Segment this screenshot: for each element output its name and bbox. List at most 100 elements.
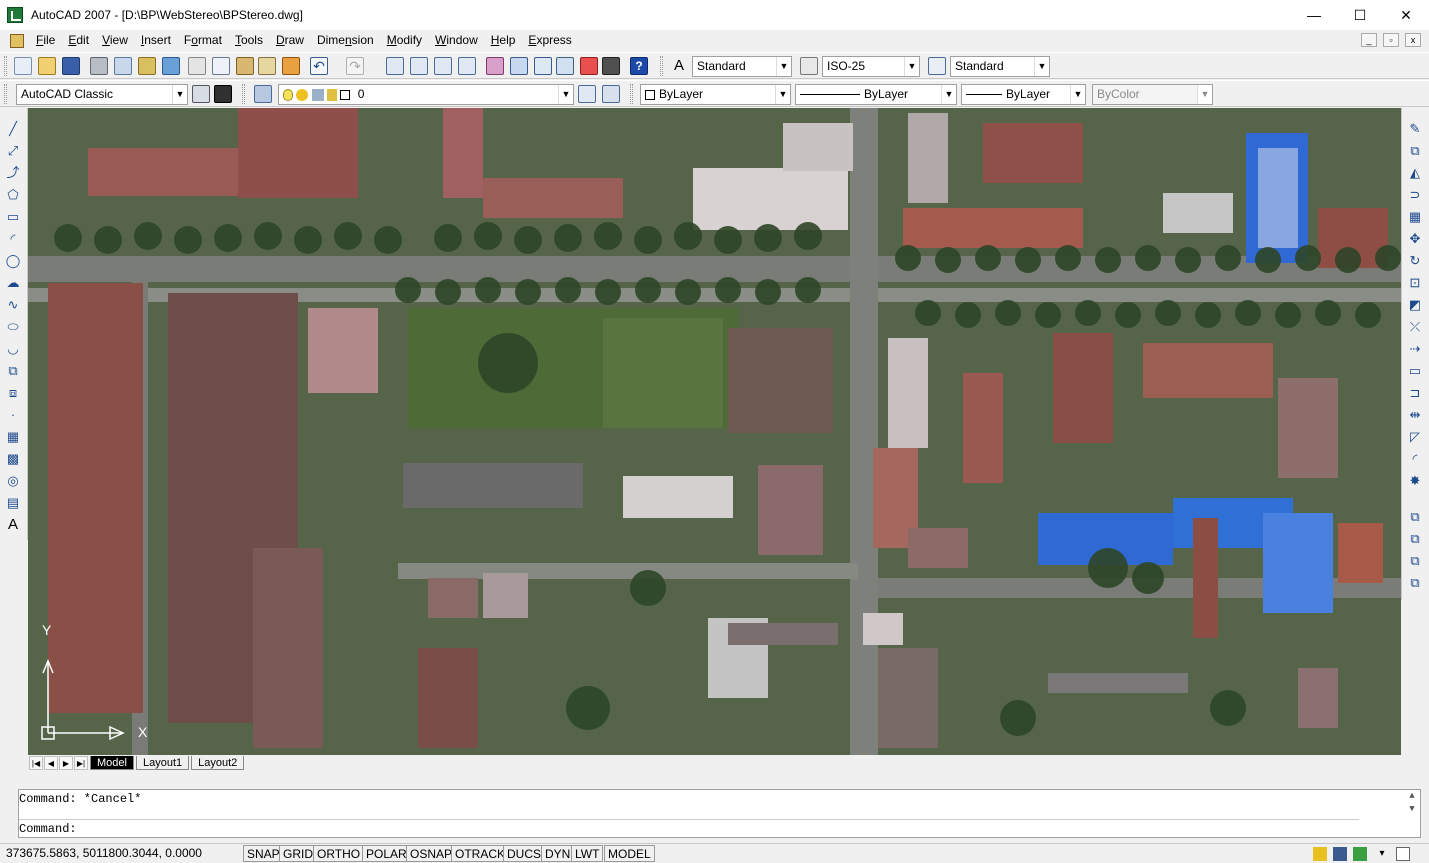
minimize-button[interactable]: —: [1291, 0, 1337, 30]
insert-block-icon[interactable]: ⧉: [4, 362, 22, 380]
cut-icon[interactable]: [188, 57, 206, 75]
fillet-icon[interactable]: ◜: [1406, 450, 1424, 468]
markup-icon[interactable]: [580, 57, 598, 75]
layer-freeze-icon[interactable]: [296, 88, 309, 101]
extend-icon[interactable]: ⇢: [1406, 340, 1424, 358]
drawing-area[interactable]: Y X: [28, 108, 1401, 755]
draworder-back-icon[interactable]: ⧉: [1406, 530, 1424, 548]
menu-window[interactable]: Window: [429, 30, 485, 51]
publish-icon[interactable]: [138, 57, 156, 75]
layer-viewport-icon[interactable]: [311, 88, 324, 101]
region-icon[interactable]: ◎: [4, 472, 22, 490]
plot-icon[interactable]: [90, 57, 108, 75]
ortho-toggle[interactable]: ORTHO: [313, 845, 365, 862]
plot-preview-icon[interactable]: [114, 57, 132, 75]
copy-icon[interactable]: [212, 57, 230, 75]
menu-view[interactable]: View: [96, 30, 135, 51]
menu-insert[interactable]: Insert: [135, 30, 178, 51]
model-toggle[interactable]: MODEL: [604, 845, 655, 862]
clean-screen-icon[interactable]: [1396, 847, 1410, 861]
pan-realtime-icon[interactable]: [386, 57, 404, 75]
table-style-combo[interactable]: Standard ▼: [950, 56, 1050, 77]
command-window[interactable]: Command: *Cancel* Command: ▲ ▼: [18, 789, 1421, 838]
zoom-realtime-icon[interactable]: [410, 57, 428, 75]
maximize-button[interactable]: ☐: [1337, 0, 1383, 30]
make-object-layer-current-icon[interactable]: [578, 85, 596, 103]
construction-line-icon[interactable]: ⤢: [4, 142, 22, 160]
grid-toggle[interactable]: GRID: [279, 845, 317, 862]
point-icon[interactable]: ·: [4, 406, 22, 424]
polygon-icon[interactable]: ⬠: [4, 186, 22, 204]
ellipse-arc-icon[interactable]: ◡: [4, 340, 22, 358]
osnap-toggle[interactable]: OSNAP: [406, 845, 457, 862]
menu-edit[interactable]: Edit: [62, 30, 96, 51]
multiline-text-icon[interactable]: A: [4, 516, 22, 534]
ducs-toggle[interactable]: DUCS: [503, 845, 546, 862]
last-tab-button[interactable]: ▶|: [74, 755, 88, 770]
layer-on-icon[interactable]: [283, 88, 293, 101]
menu-file[interactable]: File: [30, 30, 62, 51]
help-icon[interactable]: ?: [630, 57, 648, 75]
spline-icon[interactable]: ∿: [4, 296, 22, 314]
arc-icon[interactable]: ◜: [4, 230, 22, 248]
workspace-settings-icon[interactable]: [192, 85, 210, 103]
make-block-icon[interactable]: ⧈: [4, 384, 22, 402]
menu-help[interactable]: Help: [485, 30, 523, 51]
match-properties-icon[interactable]: [258, 57, 276, 75]
explode-icon[interactable]: ✸: [1406, 472, 1424, 490]
menu-express[interactable]: Express: [522, 30, 578, 51]
design-center-icon[interactable]: [510, 57, 528, 75]
toolbar-grip[interactable]: [4, 84, 7, 104]
previous-tab-button[interactable]: ◀: [44, 755, 58, 770]
table-style-icon[interactable]: [928, 57, 946, 75]
copy-object-icon[interactable]: ⧉: [1406, 142, 1424, 160]
zoom-previous-icon[interactable]: [458, 57, 476, 75]
block-editor-icon[interactable]: [282, 57, 300, 75]
doc-minimize-button[interactable]: _: [1361, 33, 1377, 47]
table-icon[interactable]: ▤: [4, 494, 22, 512]
layer-previous-icon[interactable]: [602, 85, 620, 103]
status-menu-arrow-icon[interactable]: ▾: [1375, 847, 1389, 861]
erase-icon[interactable]: ✎: [1406, 120, 1424, 138]
text-style-icon[interactable]: A: [670, 57, 688, 75]
zoom-window-icon[interactable]: [434, 57, 452, 75]
workspace-save-icon[interactable]: [214, 85, 232, 103]
first-tab-button[interactable]: |◀: [29, 755, 43, 770]
trim-icon[interactable]: ⤫: [1406, 318, 1424, 336]
lineweight-control-combo[interactable]: ByLayer ▼: [961, 84, 1086, 105]
layer-combo[interactable]: 0 ▼: [278, 84, 574, 105]
mirror-icon[interactable]: ◭: [1406, 164, 1424, 182]
command-prompt[interactable]: Command:: [19, 822, 77, 836]
tab-model[interactable]: Model: [90, 755, 134, 770]
draworder-above-icon[interactable]: ⧉: [1406, 552, 1424, 570]
text-style-combo[interactable]: Standard ▼: [692, 56, 792, 77]
otrack-toggle[interactable]: OTRACK: [451, 845, 510, 862]
gradient-icon[interactable]: ▩: [4, 450, 22, 468]
dimension-style-combo[interactable]: ISO-25 ▼: [822, 56, 920, 77]
workspace-combo[interactable]: AutoCAD Classic ▼: [16, 84, 188, 105]
circle-icon[interactable]: ◯: [4, 252, 22, 270]
break-at-point-icon[interactable]: ▭: [1406, 362, 1424, 380]
tab-layout2[interactable]: Layout2: [191, 755, 245, 770]
polar-toggle[interactable]: POLAR: [362, 845, 411, 862]
scale-icon[interactable]: ⊡: [1406, 274, 1424, 292]
save-icon[interactable]: [62, 57, 80, 75]
menu-tools[interactable]: Tools: [229, 30, 270, 51]
toolbar-lock-icon[interactable]: [1333, 847, 1347, 861]
hatch-icon[interactable]: ▦: [4, 428, 22, 446]
document-icon[interactable]: [10, 33, 24, 48]
draworder-front-icon[interactable]: ⧉: [1406, 508, 1424, 526]
layer-lock-icon[interactable]: [327, 88, 338, 101]
array-icon[interactable]: ▦: [1406, 208, 1424, 226]
polyline-icon[interactable]: ⤴: [4, 164, 22, 182]
properties-icon[interactable]: [486, 57, 504, 75]
draworder-under-icon[interactable]: ⧉: [1406, 574, 1424, 592]
quickcalc-icon[interactable]: [602, 57, 620, 75]
revision-cloud-icon[interactable]: ☁: [4, 274, 22, 292]
join-icon[interactable]: ⇹: [1406, 406, 1424, 424]
break-icon[interactable]: ⊐: [1406, 384, 1424, 402]
close-button[interactable]: ✕: [1383, 0, 1429, 30]
toolbar-grip[interactable]: [4, 56, 7, 76]
autocad-app-icon[interactable]: [7, 7, 23, 23]
move-icon[interactable]: ✥: [1406, 230, 1424, 248]
